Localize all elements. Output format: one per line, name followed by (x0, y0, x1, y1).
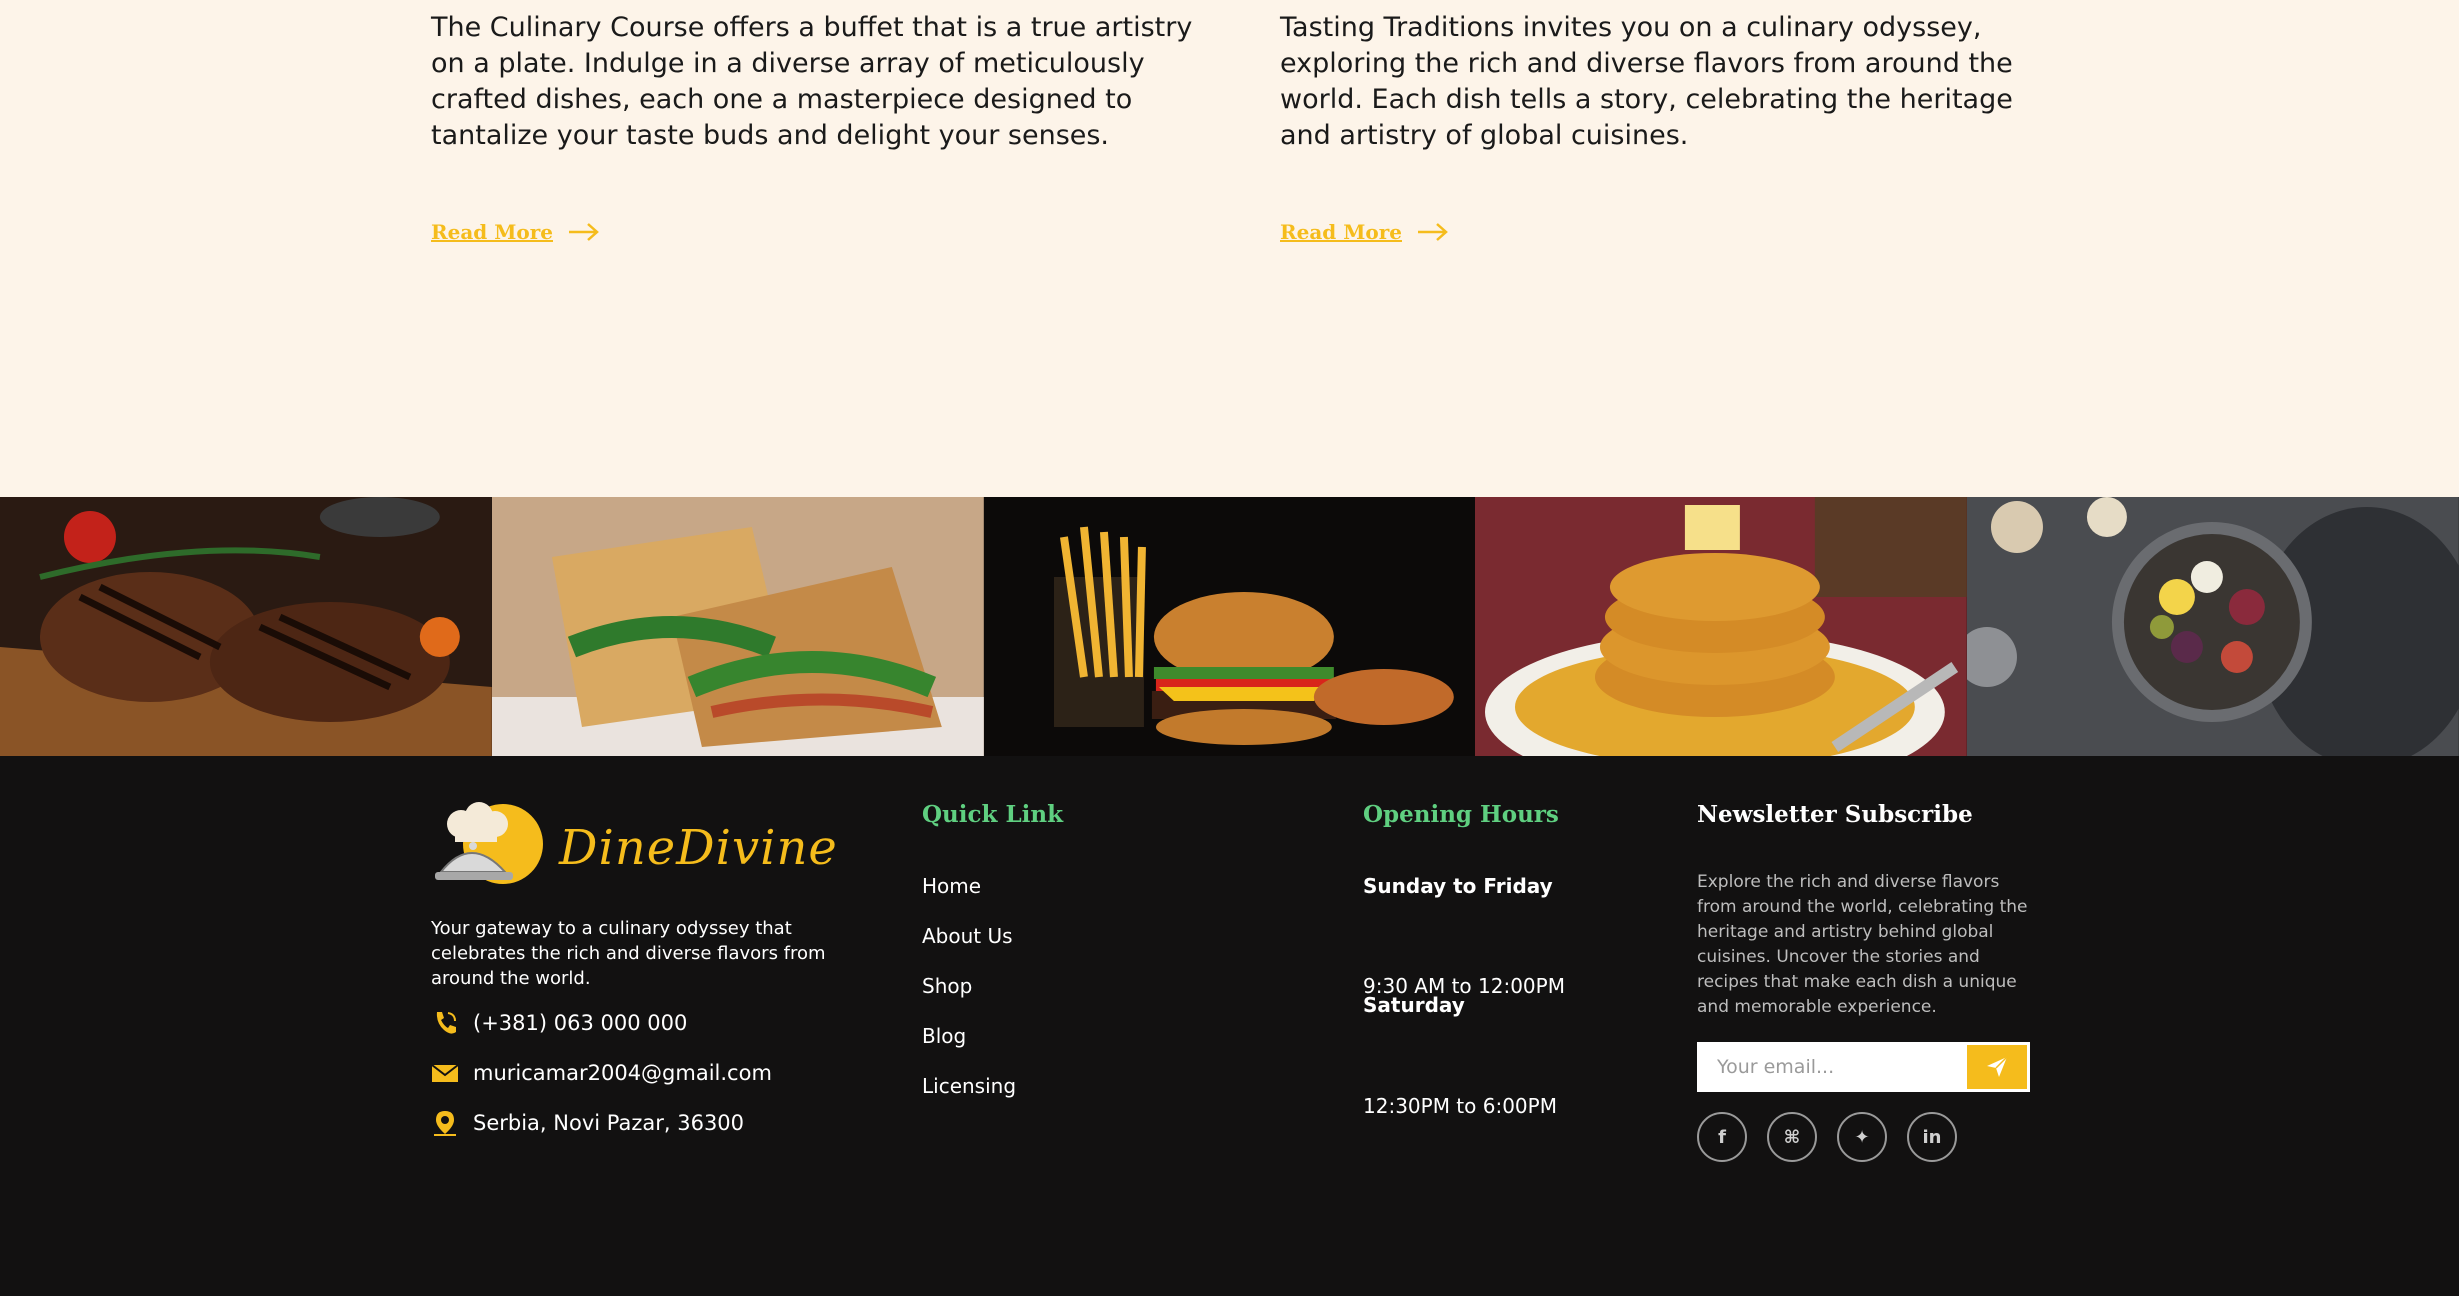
quick-links-list: Home About Us Shop Blog Licensing (922, 874, 1016, 1124)
quick-link-licensing[interactable]: Licensing (922, 1074, 1016, 1124)
site-footer: DineDivine Your gateway to a culinary od… (0, 756, 2459, 1296)
phone-number: (+381) 063 000 000 (473, 1011, 688, 1035)
facebook-icon[interactable]: f (1697, 1112, 1747, 1162)
contact-address: Serbia, Novi Pazar, 36300 (431, 1109, 744, 1137)
brand-logo[interactable]: DineDivine (431, 802, 838, 894)
pancakes-image (1475, 497, 1968, 756)
hours-days-weekdays: Sunday to Friday (1363, 874, 1553, 898)
twitter-icon[interactable]: ✦ (1837, 1112, 1887, 1162)
food-gallery (0, 497, 2459, 756)
brand-name: DineDivine (559, 820, 838, 876)
quick-link-heading: Quick Link (922, 801, 1064, 828)
read-more-label: Read More (1280, 220, 1402, 244)
blog-section: The Culinary Course offers a buffet that… (0, 0, 2459, 497)
github-icon[interactable]: ⌘ (1767, 1112, 1817, 1162)
address-text: Serbia, Novi Pazar, 36300 (473, 1111, 745, 1135)
arrow-right-icon (569, 223, 599, 241)
grilled-steak-image (0, 497, 492, 756)
quick-link-about-us[interactable]: About Us (922, 924, 1016, 974)
blog-card-excerpt: Tasting Traditions invites you on a culi… (1280, 12, 2013, 151)
phone-icon (436, 1012, 456, 1034)
read-more-link[interactable]: Read More (431, 220, 599, 244)
social-links: f ⌘ ✦ in (1697, 1112, 1957, 1162)
platter-image (1967, 497, 2459, 756)
newsletter-description: Explore the rich and diverse flavors fro… (1697, 872, 2028, 1017)
quick-link-blog[interactable]: Blog (922, 1024, 1016, 1074)
quick-link-home[interactable]: Home (922, 874, 1016, 924)
cloche-logo-icon (435, 802, 543, 884)
linkedin-icon[interactable]: in (1907, 1112, 1957, 1162)
newsletter-heading: Newsletter Subscribe (1697, 801, 1973, 828)
hours-time-saturday: 12:30PM to 6:00PM (1363, 1094, 1557, 1118)
quick-link-shop[interactable]: Shop (922, 974, 1016, 1024)
arrow-right-icon (1418, 223, 1448, 241)
paper-plane-icon (1987, 1056, 2008, 1077)
hours-days-saturday: Saturday (1363, 993, 1465, 1017)
read-more-label: Read More (431, 220, 553, 244)
email-address: muricamar2004@gmail.com (473, 1061, 772, 1085)
footer-description: Your gateway to a culinary odyssey that … (431, 918, 826, 989)
newsletter-submit-button[interactable] (1967, 1045, 2027, 1089)
opening-hours-heading: Opening Hours (1363, 801, 1559, 828)
read-more-link[interactable]: Read More (1280, 220, 1448, 244)
newsletter-form (1697, 1042, 2030, 1092)
location-pin-icon (434, 1111, 456, 1136)
burger-fries-image (983, 497, 1476, 756)
newsletter-email-input[interactable] (1697, 1042, 1967, 1092)
contact-phone[interactable]: (+381) 063 000 000 (431, 1009, 687, 1037)
blog-card-excerpt: The Culinary Course offers a buffet that… (431, 12, 1193, 151)
contact-email[interactable]: muricamar2004@gmail.com (431, 1059, 772, 1087)
sandwich-image (491, 497, 984, 756)
mail-icon (431, 1064, 459, 1082)
